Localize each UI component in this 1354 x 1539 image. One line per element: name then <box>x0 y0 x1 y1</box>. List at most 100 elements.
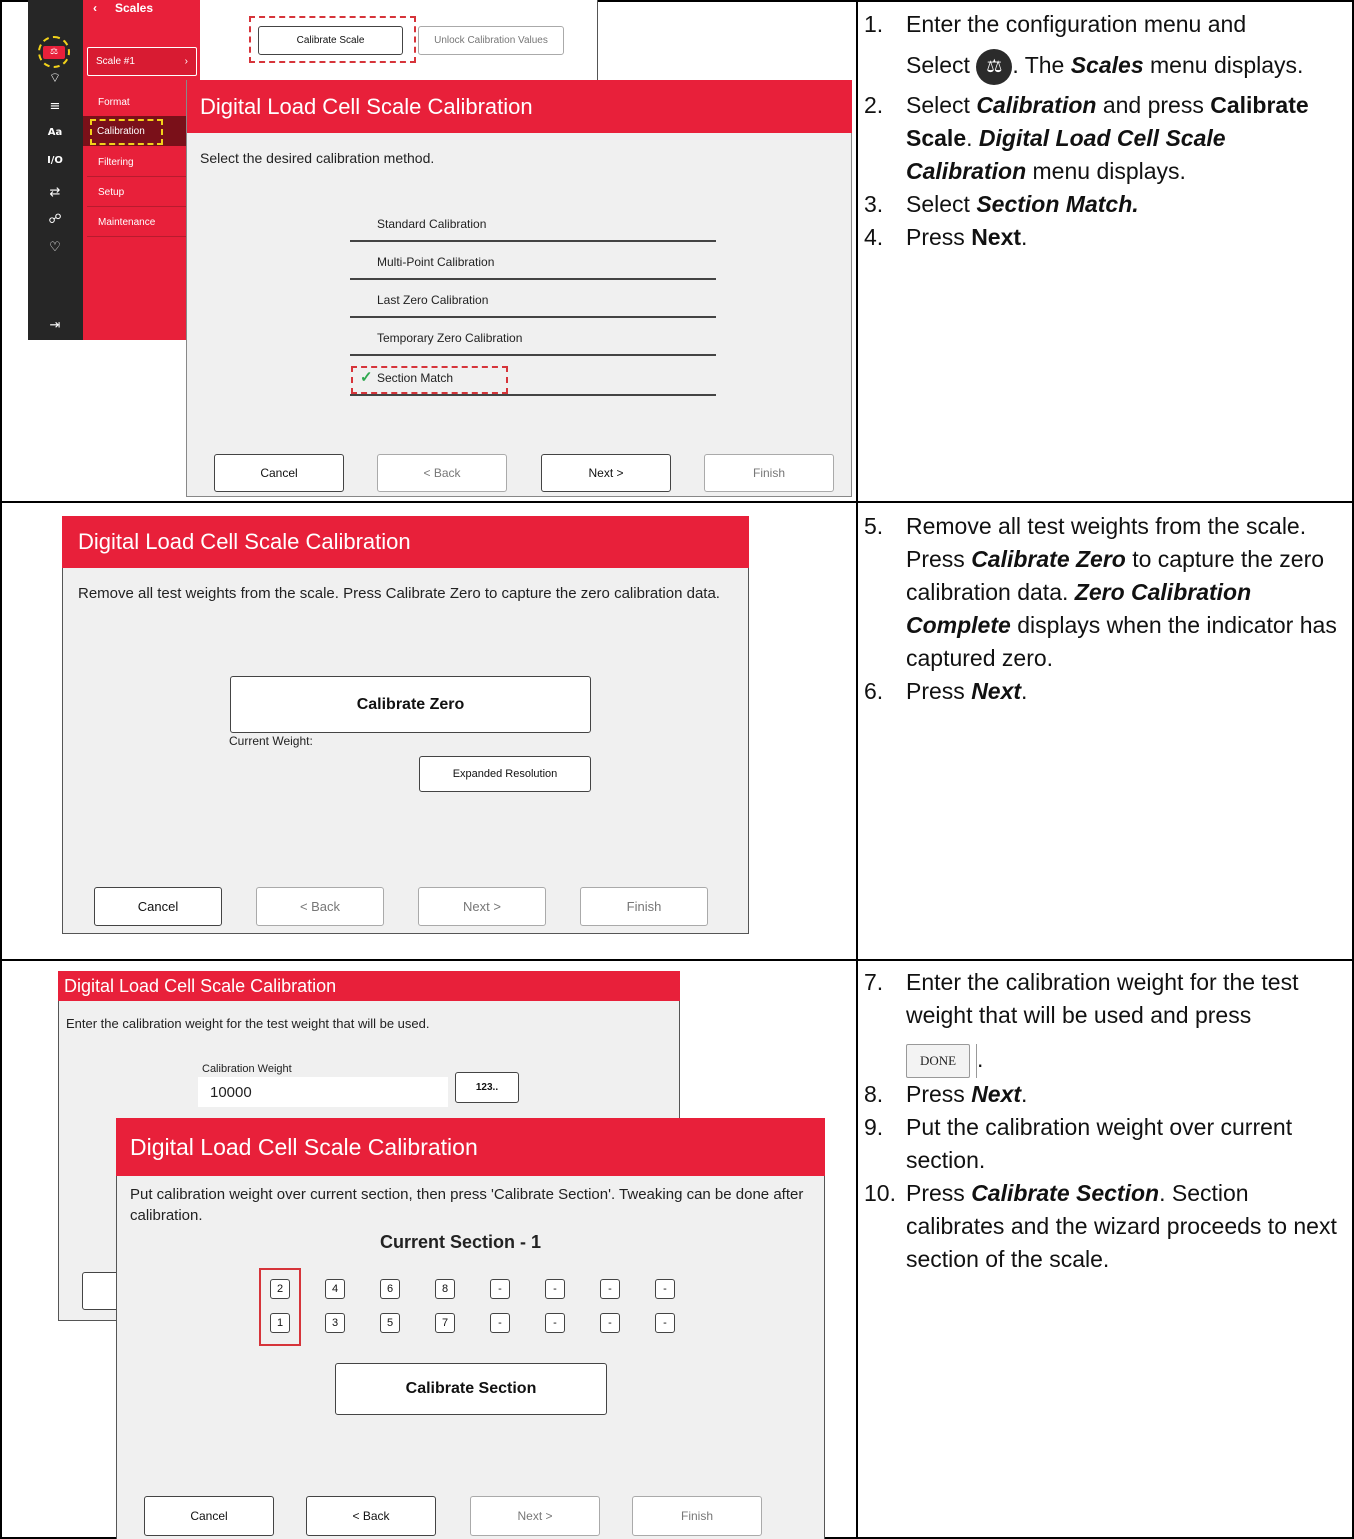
section-button[interactable]: 2 <box>270 1279 290 1299</box>
instruction-step: 10. Press Calibrate Section. Section cal… <box>864 1177 1344 1276</box>
menu-item-calibration[interactable]: Calibration <box>97 126 145 137</box>
tree-icon[interactable]: ☍ <box>45 212 65 227</box>
option-label: Temporary Zero Calibration <box>377 331 523 345</box>
keypad-button[interactable]: 123.. <box>455 1072 519 1103</box>
back-button[interactable]: < Back <box>256 887 384 926</box>
calibration-weight-field[interactable]: 10000 <box>198 1077 448 1107</box>
calibration-weight-label: Calibration Weight <box>202 1063 292 1075</box>
scale-icon[interactable]: ⚖ <box>38 36 70 68</box>
scale-select[interactable]: Scale #1 › <box>87 47 197 76</box>
scales-header: Scales <box>115 1 154 15</box>
section-button[interactable]: 1 <box>270 1313 290 1333</box>
section-button[interactable]: 7 <box>435 1313 455 1333</box>
instruction-step: 9. Put the calibration weight over curre… <box>864 1111 1344 1177</box>
section-button[interactable]: - <box>545 1279 565 1299</box>
step-text-part: Press <box>906 224 965 250</box>
instruction-step: 5. Remove all test weights from the scal… <box>864 510 1344 675</box>
expanded-resolution-button[interactable]: Expanded Resolution <box>419 756 591 792</box>
io-icon[interactable]: I/O <box>45 155 65 166</box>
section-button[interactable]: - <box>490 1313 510 1333</box>
step-text-part: menu displays. <box>1150 52 1304 78</box>
table-row-divider-1 <box>0 501 1354 503</box>
cancel-button[interactable]: Cancel <box>214 454 344 492</box>
menu-separator <box>87 206 186 207</box>
step-text-part: Calibrate Zero <box>971 546 1126 572</box>
diagnostics-icon[interactable]: ♡ <box>45 240 65 255</box>
font-icon[interactable]: Aa <box>45 127 65 138</box>
menu-item-filtering[interactable]: Filtering <box>98 157 134 168</box>
step-text: Press Next. <box>906 1078 1344 1111</box>
calibrate-section-button[interactable]: Calibrate Section <box>335 1363 607 1415</box>
network-icon[interactable]: ⇄ <box>45 185 65 200</box>
finish-button[interactable]: Finish <box>704 454 834 492</box>
option-temporary-zero-calibration[interactable]: Temporary Zero Calibration <box>350 318 716 356</box>
section-button[interactable]: 8 <box>435 1279 455 1299</box>
step-text: Press Calibrate Section. Section calibra… <box>906 1177 1344 1276</box>
section-button[interactable]: - <box>490 1279 510 1299</box>
step-text: Press Next. <box>906 675 1344 708</box>
back-chevron-icon[interactable]: ‹ <box>93 1 97 15</box>
cancel-button[interactable]: Cancel <box>94 887 222 926</box>
instruction-step: 7. Enter the calibration weight for the … <box>864 966 1344 1078</box>
menu-item-setup[interactable]: Setup <box>98 187 124 198</box>
menu-item-format[interactable]: Format <box>98 97 130 108</box>
step-text: Put the calibration weight over current … <box>906 1114 1293 1173</box>
step-text-part: Next <box>971 678 1022 704</box>
section-button[interactable]: - <box>600 1279 620 1299</box>
step-text-part: and press <box>1102 92 1204 118</box>
list-icon[interactable]: ≡ <box>45 99 65 114</box>
step-number: 4. <box>864 224 884 250</box>
finish-button[interactable]: Finish <box>632 1496 762 1536</box>
next-button[interactable]: Next > <box>541 454 671 492</box>
step-text-part: Calibration <box>976 92 1097 118</box>
dialog-title-bar: Digital Load Cell Scale Calibration <box>62 516 749 568</box>
unlock-calibration-button[interactable]: Unlock Calibration Values <box>418 26 564 55</box>
next-button[interactable]: Next > <box>418 887 546 926</box>
step-text-part: Select <box>906 191 970 217</box>
current-weight-label: Current Weight: <box>229 734 313 748</box>
step-number: 7. <box>864 969 884 995</box>
menu-item-maintenance[interactable]: Maintenance <box>98 217 155 228</box>
wifi-icon[interactable]: ⌔ <box>45 70 65 86</box>
back-button[interactable]: < Back <box>377 454 507 492</box>
instruction-step: 8. Press Next. <box>864 1078 1344 1111</box>
dialog-prompt: Select the desired calibration method. <box>200 150 435 166</box>
step-text-part: Press <box>906 1180 965 1206</box>
step-number: 3. <box>864 191 884 217</box>
section-button[interactable]: - <box>545 1313 565 1333</box>
current-section-label: Current Section - 1 <box>380 1232 542 1252</box>
section-button[interactable]: - <box>600 1313 620 1333</box>
section-button[interactable]: 3 <box>325 1313 345 1333</box>
option-standard-calibration[interactable]: Standard Calibration <box>350 204 716 242</box>
dialog-title: Digital Load Cell Scale Calibration <box>78 529 411 554</box>
option-last-zero-calibration[interactable]: Last Zero Calibration <box>350 280 716 318</box>
option-label: Standard Calibration <box>377 217 487 231</box>
step-text-part: . <box>1021 1081 1028 1107</box>
calibrate-zero-button[interactable]: Calibrate Zero <box>230 676 591 733</box>
chevron-right-icon: › <box>184 56 188 67</box>
section-button[interactable]: 5 <box>380 1313 400 1333</box>
instructions-row3: 7. Enter the calibration weight for the … <box>864 966 1344 1276</box>
cancel-button[interactable]: Cancel <box>144 1496 274 1536</box>
next-button[interactable]: Next > <box>470 1496 600 1536</box>
section-button[interactable]: - <box>655 1313 675 1333</box>
step-text-part: Next <box>971 1081 1022 1107</box>
dialog-title: Digital Load Cell Scale Calibration <box>200 93 533 119</box>
section-button[interactable]: 4 <box>325 1279 345 1299</box>
option-multi-point-calibration[interactable]: Multi-Point Calibration <box>350 242 716 280</box>
exit-icon[interactable]: ⇥ <box>45 318 65 333</box>
back-button[interactable]: < Back <box>306 1496 436 1536</box>
dialog-prompt: Put calibration weight over current sect… <box>130 1186 804 1224</box>
instruction-step: 6. Press Next. <box>864 675 1344 708</box>
table-column-divider <box>856 0 858 1539</box>
section-button[interactable]: - <box>655 1279 675 1299</box>
step-text-part: Enter the calibration weight for the tes… <box>906 969 1299 1028</box>
table-border-left <box>0 0 2 1539</box>
step-text-part: Next <box>971 224 1022 250</box>
dialog-title: Digital Load Cell Scale Calibration <box>64 975 337 996</box>
finish-button[interactable]: Finish <box>580 887 708 926</box>
step-text-part: . <box>977 1046 984 1072</box>
section-button[interactable]: 6 <box>380 1279 400 1299</box>
step-text-part: Press <box>906 678 965 704</box>
table-row-divider-2 <box>0 959 1354 961</box>
